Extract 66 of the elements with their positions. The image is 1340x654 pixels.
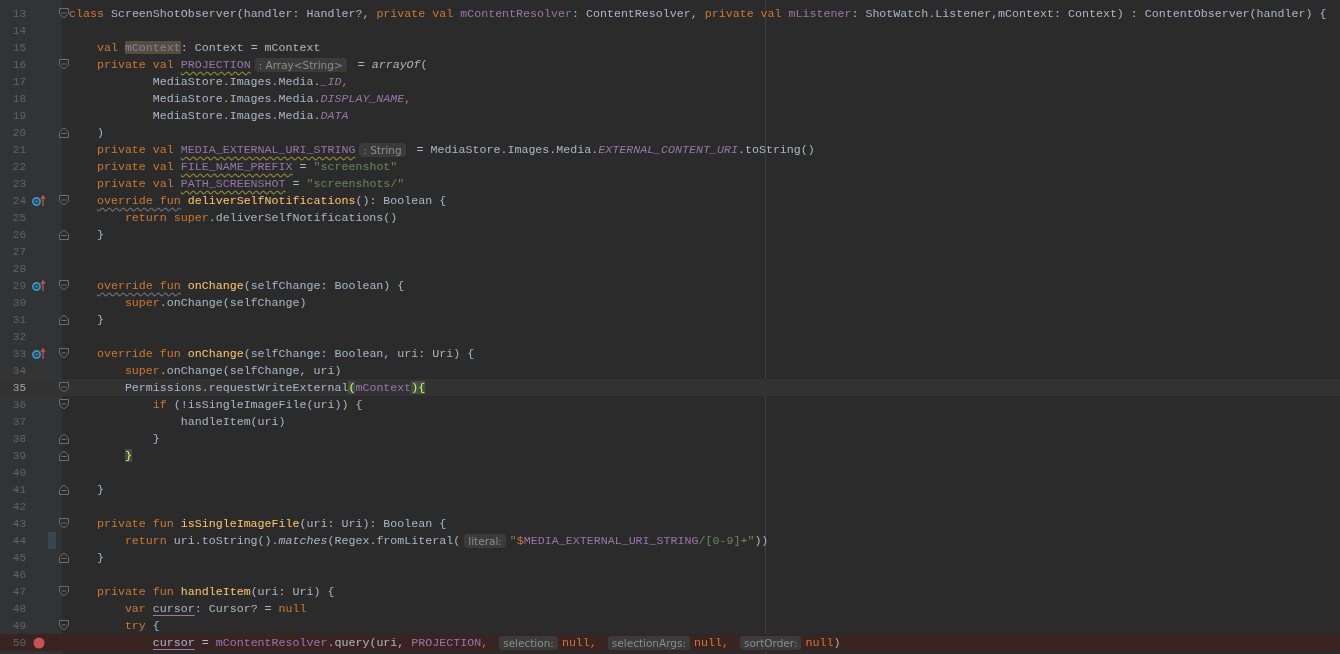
fold-icon[interactable] [59, 450, 69, 461]
code-text: cursor = mContentResolver.query(uri, PROJECTION, [152, 636, 490, 649]
code-text: MediaStore.Images.Media.DISPLAY_NAME, [152, 92, 412, 105]
override-method-icon[interactable] [32, 279, 46, 292]
code-text: } [96, 228, 104, 241]
code-text: super.onChange(selfChange, uri) [124, 364, 342, 377]
fold-icon[interactable] [59, 127, 69, 138]
line-number: 50 [11, 636, 26, 649]
code-text: var cursor: Cursor? = null [124, 602, 307, 615]
code-text: null, [561, 636, 598, 649]
code-text: MediaStore.Images.Media._ID, [152, 75, 349, 88]
fold-icon[interactable] [59, 195, 69, 206]
code-text: override fun onChange(selfChange: Boolean) { [96, 279, 405, 292]
code-text: null) [805, 636, 841, 649]
code-text: return super.deliverSelfNotifications() [124, 211, 398, 224]
fold-icon[interactable] [59, 518, 69, 529]
code-text: ) [96, 126, 104, 139]
code-text: MediaStore.Images.Media.DATA [152, 109, 349, 122]
code-text: null, [694, 636, 730, 649]
code-text: private fun isSingleImageFile(uri: Uri): Boolean { [96, 517, 447, 530]
fold-icon[interactable] [59, 433, 69, 444]
fold-icon[interactable] [59, 280, 69, 291]
fold-icon[interactable] [59, 229, 69, 240]
parameter-hint: selectionArgs: [607, 635, 690, 650]
code-text: private val FILE_NAME_PREFIX = "screenshot" [96, 160, 398, 173]
code-text: if (!isSingleImageFile(uri)) { [152, 398, 363, 411]
fold-icon[interactable] [59, 620, 69, 631]
code-text: return uri.toString().matches(Regex.fromLiteral( [124, 534, 461, 547]
fold-icon[interactable] [59, 59, 69, 70]
code-text: } [96, 483, 104, 496]
code-text: class ScreenShotObserver(handler: Handler?, private val mContentResolver: ContentResolver, private val mListener: ShotWatch.Listener,mContext: Context) : ContentObserver(handler) { [69, 7, 1327, 20]
code-text: } [152, 432, 160, 445]
code-text: "$MEDIA_EXTERNAL_URI_STRING/[0-9]+")) [509, 534, 769, 547]
override-method-icon[interactable] [32, 194, 46, 207]
code-text: try { [124, 619, 160, 632]
code-text: private fun handleItem(uri: Uri) { [96, 585, 335, 598]
fold-icon[interactable] [59, 484, 69, 495]
code-text: } [96, 551, 104, 564]
code-text: Permissions.requestWriteExternal(mContext){ [124, 381, 426, 394]
fold-icon[interactable] [59, 552, 69, 563]
code-text: override fun deliverSelfNotifications(): Boolean { [96, 194, 447, 207]
code-text: super.onChange(selfChange) [124, 296, 307, 309]
fold-icon[interactable] [59, 586, 69, 597]
fold-icon[interactable] [59, 399, 69, 410]
code-text: val mContext: Context = mContext [96, 41, 321, 54]
code-text: private val PROJECTION [96, 58, 251, 71]
code-text: } [124, 449, 132, 462]
parameter-hint: : Array<String> [254, 57, 347, 72]
parameter-hint: literal: [464, 533, 506, 548]
code-text: override fun onChange(selfChange: Boolean, uri: Uri) { [96, 347, 475, 360]
code-text: = MediaStore.Images.Media.EXTERNAL_CONTENT_URI.toString() [415, 143, 815, 156]
breakpoint-icon[interactable] [33, 636, 45, 649]
parameter-hint: : String [359, 142, 406, 157]
code-text: private val PATH_SCREENSHOT = "screenshots/" [96, 177, 405, 190]
parameter-hint: selection: [499, 635, 558, 650]
code-text: handleItem(uri) [180, 415, 286, 428]
fold-icon[interactable] [59, 382, 69, 393]
code-text: = arrayOf( [356, 58, 428, 71]
fold-icon[interactable] [59, 314, 69, 325]
code-text: } [96, 313, 104, 326]
fold-icon[interactable] [59, 348, 69, 359]
override-method-icon[interactable] [32, 347, 46, 360]
parameter-hint: sortOrder: [739, 635, 802, 650]
fold-icon[interactable] [59, 8, 69, 19]
code-text: private val MEDIA_EXTERNAL_URI_STRING [96, 143, 356, 156]
line-number: 35 [11, 381, 26, 394]
